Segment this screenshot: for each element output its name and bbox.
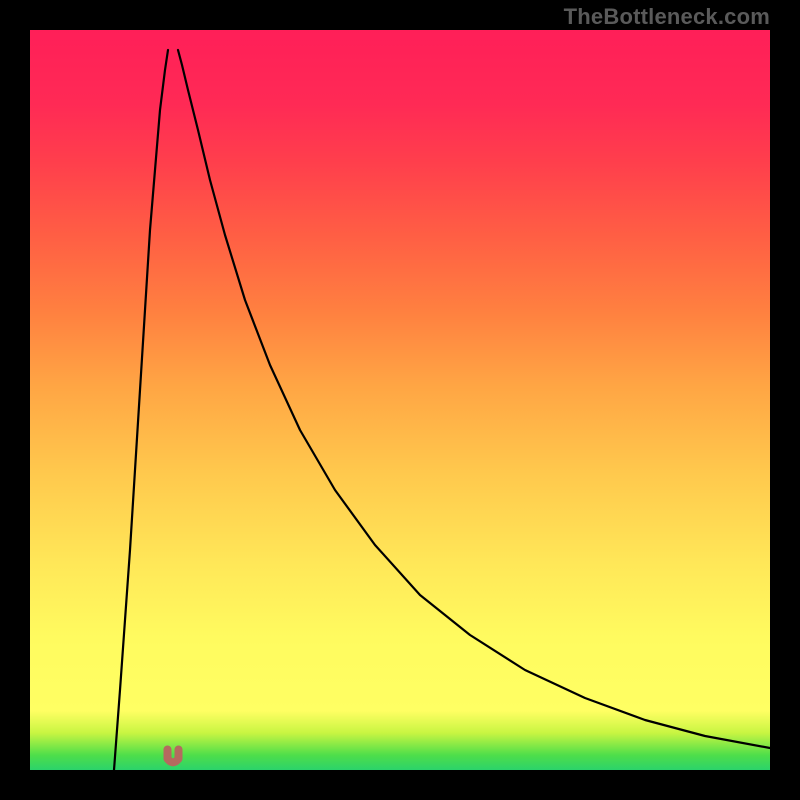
curve-right-branch [178,50,770,748]
trough-marker [168,750,179,763]
curve-left-branch [114,50,168,770]
watermark-text: TheBottleneck.com [564,4,770,30]
curve-layer [30,30,770,770]
plot-area [30,30,770,770]
chart-frame: TheBottleneck.com [0,0,800,800]
